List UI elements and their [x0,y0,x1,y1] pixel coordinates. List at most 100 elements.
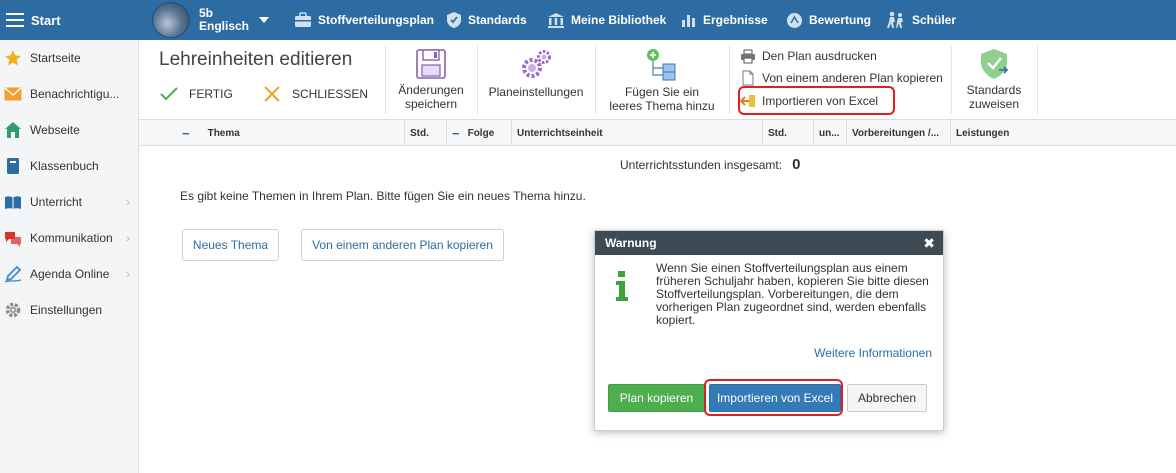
class-avatar [152,2,190,38]
print-plan-button[interactable]: Den Plan ausdrucken [740,48,877,64]
total-hours: Unterrichtsstunden insgesamt: 0 [620,156,800,173]
nav-label: Meine Bibliothek [571,13,667,27]
nav-schueler[interactable]: Schüler [886,0,956,40]
save-changes-button[interactable]: Änderungen speichern [393,48,469,111]
briefcase-icon [295,12,311,27]
col-leistungen[interactable]: Leistungen [951,120,1176,146]
col-vorbereitungen[interactable]: Vorbereitungen /... [847,120,951,146]
col-un-label: un... [819,127,840,139]
highlight-frame-dialog-import [704,379,843,416]
sidebar-item-label: Klassenbuch [30,159,99,173]
more-info-link[interactable]: Weitere Informationen [814,346,932,360]
collapse-themes-button[interactable]: − [182,126,190,141]
ribbon-toolbar: Lehreinheiten editieren FERTIG SCHLIESSE… [139,40,1176,120]
nav-standards[interactable]: Standards [446,0,527,40]
chevron-right-icon: › [126,231,130,245]
plan-copy-button[interactable]: Plan kopieren [608,384,705,412]
col-std-label: Std. [410,127,429,139]
library-icon [548,13,564,28]
standards-line2: zuweisen [968,97,1020,111]
nav-ergebnisse[interactable]: Ergebnisse [681,0,768,40]
gear-icon [4,301,22,319]
envelope-icon [4,85,22,103]
col-thema-label: Thema [207,127,240,139]
done-button[interactable]: FERTIG [159,86,233,102]
nav-label: Schüler [912,13,957,27]
shield-icon [447,12,461,28]
plan-settings-button[interactable]: Planeinstellungen [485,48,587,99]
col-unterrichtseinheit[interactable]: Unterrichtseinheit [512,120,763,146]
col-leist-label: Leistungen [956,127,1010,139]
bar-chart-icon [682,15,695,27]
divider [729,46,730,114]
col-std2[interactable]: Std. [763,120,814,146]
col-folge[interactable]: − Folge [447,120,512,146]
gears-icon [522,50,551,78]
chevron-right-icon: › [126,195,130,209]
dialog-title: Warnung [605,236,657,250]
cancel-button[interactable]: Abbrechen [847,384,927,412]
copy-from-plan-button[interactable]: Von einem anderen Plan kopieren [740,70,943,86]
new-theme-button[interactable]: Neues Thema [182,229,279,261]
nav-label: Ergebnisse [703,13,768,27]
col-einheit-label: Unterrichtseinheit [517,127,603,139]
home-icon [4,121,22,139]
collapse-folge-button[interactable]: − [452,126,460,141]
start-menu-button[interactable]: Start [0,0,139,40]
col-thema[interactable]: − Thema [139,120,405,146]
sidebar-item-unterricht[interactable]: Unterricht › [0,184,138,220]
divider [385,46,386,114]
class-selector[interactable]: 5b Englisch [152,2,270,38]
printer-icon [740,48,756,64]
total-value: 0 [792,156,801,173]
col-vorb-label: Vorbereitungen /... [852,127,940,139]
sidebar-item-label: Kommunikation [30,231,113,245]
sidebar-item-kommunikation[interactable]: Kommunikation › [0,220,138,256]
copy-other-plan-button[interactable]: Von einem anderen Plan kopieren [301,229,504,261]
page-title: Lehreinheiten editieren [159,49,353,70]
sidebar-item-label: Agenda Online [30,267,110,281]
sidebar-item-einstellungen[interactable]: Einstellungen [0,292,138,328]
sidebar-item-label: Benachrichtigu... [30,87,120,101]
assign-standards-button[interactable]: Standards zuweisen [959,48,1029,111]
col-un[interactable]: un... [814,120,847,146]
sidebar-item-startseite[interactable]: Startseite [0,40,138,76]
floppy-disk-icon [416,49,446,79]
add-line1: Fügen Sie ein [624,85,700,99]
chat-icon [4,229,22,247]
sidebar-item-label: Einstellungen [30,303,103,317]
save-line1: Änderungen [398,83,464,97]
add-empty-theme-button[interactable]: Fügen Sie ein leeres Thema hinzu [603,48,721,113]
info-icon [616,271,628,301]
close-icon[interactable]: ✖ [923,235,935,252]
chevron-down-icon [259,17,270,23]
nav-label: Stoffverteilungsplan [318,13,435,27]
highlight-frame-import [738,86,895,115]
done-label: FERTIG [189,87,233,101]
close-label: SCHLIESSEN [292,87,369,101]
total-label: Unterrichtsstunden insgesamt: [620,158,783,172]
sidebar-item-label: Unterricht [30,195,83,209]
open-book-icon [4,193,22,211]
students-icon [887,11,903,28]
sidebar-item-label: Startseite [30,51,81,65]
close-editor-button[interactable]: SCHLIESSEN [263,86,368,102]
standards-line1: Standards [966,83,1022,97]
nav-meine-bibliothek[interactable]: Meine Bibliothek [547,0,666,40]
class-subject: Englisch [199,19,250,33]
empty-message: Es gibt keine Themen in Ihrem Plan. Bitt… [180,189,586,203]
sidebar-item-agenda-online[interactable]: Agenda Online › [0,256,138,292]
col-std[interactable]: Std. [405,120,447,146]
sidebar-item-klassenbuch[interactable]: Klassenbuch [0,148,138,184]
copy-label: Von einem anderen Plan kopieren [762,71,943,85]
pen-icon [4,265,22,283]
add-line2: leeres Thema hinzu [609,99,715,113]
shield-check-icon [981,49,1009,79]
sidebar-item-webseite[interactable]: Webseite [0,112,138,148]
col-std2-label: Std. [768,127,787,139]
nav-label: Bewertung [809,13,872,27]
save-line2: speichern [404,97,458,111]
sidebar-item-benachrichtigungen[interactable]: Benachrichtigu... [0,76,138,112]
nav-stoffverteilungsplan[interactable]: Stoffverteilungsplan [294,0,434,40]
nav-bewertung[interactable]: Bewertung [786,0,871,40]
